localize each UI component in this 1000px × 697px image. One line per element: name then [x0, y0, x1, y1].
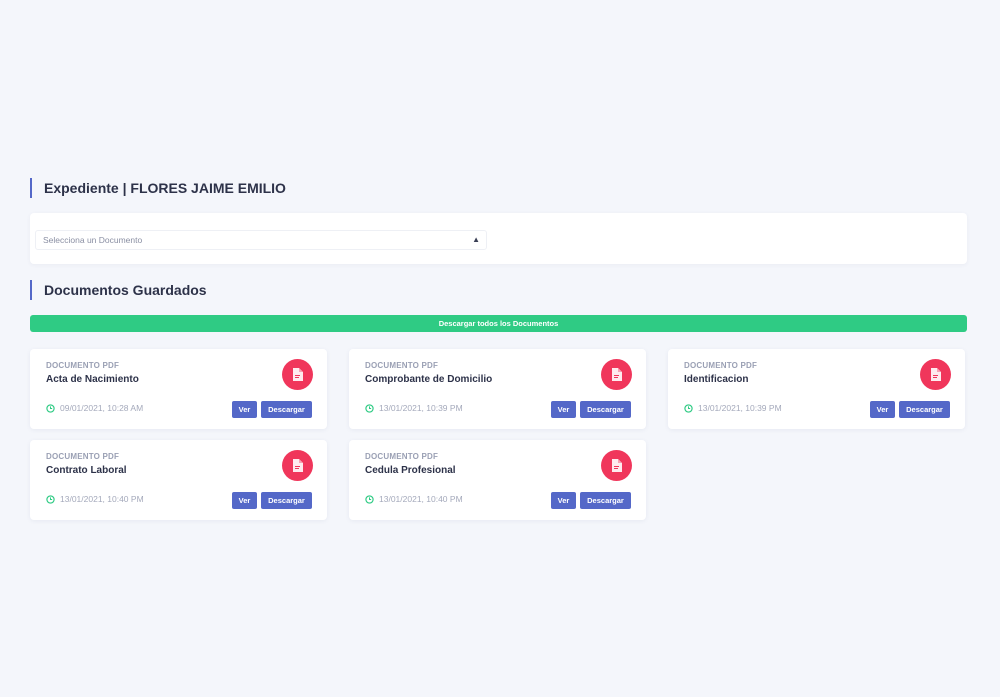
sort-arrows-icon: ▲︎	[472, 235, 480, 244]
document-select-panel: Selecciona un Documento ▲︎	[30, 213, 967, 264]
document-date: 13/01/2021, 10:40 PM	[46, 494, 144, 504]
view-button[interactable]: Ver	[232, 492, 257, 509]
document-name: Cedula Profesional	[365, 465, 456, 476]
document-date: 09/01/2021, 10:28 AM	[46, 403, 143, 413]
document-type: DOCUMENTO PDF	[46, 361, 120, 370]
document-type: DOCUMENTO PDF	[46, 452, 120, 461]
clock-icon	[365, 494, 374, 504]
document-select-placeholder: Selecciona un Documento	[43, 235, 143, 245]
document-name: Contrato Laboral	[46, 465, 127, 476]
document-name: Identificacion	[684, 374, 749, 385]
document-name: Comprobante de Domicilio	[365, 374, 493, 385]
document-date-text: 13/01/2021, 10:40 PM	[60, 494, 144, 504]
document-card: DOCUMENTO PDF Identificacion 13/01/2021,…	[668, 349, 965, 429]
document-type: DOCUMENTO PDF	[684, 361, 758, 370]
download-button[interactable]: Descargar	[899, 401, 950, 418]
page-title: Expediente | FLORES JAIME EMILIO	[30, 178, 286, 198]
clock-icon	[684, 403, 693, 413]
document-card: DOCUMENTO PDF Acta de Nacimiento 09/01/2…	[30, 349, 327, 429]
document-date-text: 09/01/2021, 10:28 AM	[60, 403, 144, 413]
download-button[interactable]: Descargar	[261, 492, 312, 509]
document-date: 13/01/2021, 10:39 PM	[365, 403, 463, 413]
pdf-file-icon	[601, 359, 632, 390]
download-all-button[interactable]: Descargar todos los Documentos	[30, 315, 967, 332]
document-date-text: 13/01/2021, 10:39 PM	[698, 403, 782, 413]
document-select[interactable]: Selecciona un Documento ▲︎	[35, 230, 487, 250]
download-button[interactable]: Descargar	[580, 401, 631, 418]
pdf-file-icon	[282, 450, 313, 481]
view-button[interactable]: Ver	[870, 401, 895, 418]
document-card: DOCUMENTO PDF Contrato Laboral 13/01/202…	[30, 440, 327, 520]
view-button[interactable]: Ver	[551, 492, 576, 509]
view-button[interactable]: Ver	[551, 401, 576, 418]
download-button[interactable]: Descargar	[261, 401, 312, 418]
document-name: Acta de Nacimiento	[46, 374, 139, 385]
saved-documents-title: Documentos Guardados	[30, 280, 207, 300]
pdf-file-icon	[601, 450, 632, 481]
download-button[interactable]: Descargar	[580, 492, 631, 509]
document-date: 13/01/2021, 10:40 PM	[365, 494, 463, 504]
document-card: DOCUMENTO PDF Cedula Profesional 13/01/2…	[349, 440, 646, 520]
clock-icon	[46, 494, 55, 504]
document-date-text: 13/01/2021, 10:40 PM	[379, 494, 463, 504]
clock-icon	[365, 403, 374, 413]
document-card: DOCUMENTO PDF Comprobante de Domicilio 1…	[349, 349, 646, 429]
pdf-file-icon	[282, 359, 313, 390]
document-type: DOCUMENTO PDF	[365, 361, 439, 370]
clock-icon	[46, 403, 55, 413]
document-date: 13/01/2021, 10:39 PM	[684, 403, 782, 413]
document-type: DOCUMENTO PDF	[365, 452, 439, 461]
document-date-text: 13/01/2021, 10:39 PM	[379, 403, 463, 413]
pdf-file-icon	[920, 359, 951, 390]
view-button[interactable]: Ver	[232, 401, 257, 418]
